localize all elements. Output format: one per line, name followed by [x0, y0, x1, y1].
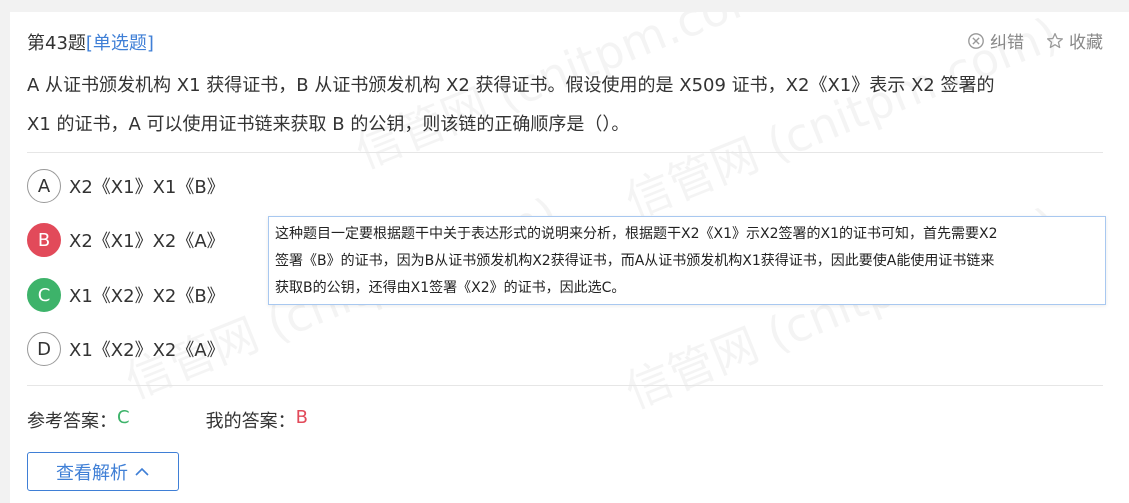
- question-stem: A 从证书颁发机构 X1 获得证书，B 从证书颁发机构 X2 获得证书。假设使用…: [27, 66, 1107, 144]
- option-letter: B: [27, 223, 61, 257]
- star-icon: [1046, 32, 1064, 48]
- option-letter: A: [27, 169, 61, 203]
- answer-summary: 参考答案： C 我的答案： B: [27, 407, 308, 433]
- report-error-label: 纠错: [990, 33, 1024, 53]
- view-analysis-label: 查看解析: [56, 462, 128, 484]
- view-analysis-button[interactable]: 查看解析: [27, 452, 179, 491]
- my-answer-label: 我的答案：: [205, 411, 296, 432]
- tooltip-line: 签署《B》的证书，因为B从证书颁发机构X2获得证书，而A从证书颁发机构X1获得证…: [275, 253, 995, 269]
- close-circle-icon: [968, 32, 984, 49]
- favorite-label: 收藏: [1069, 33, 1103, 53]
- reference-answer-value: C: [117, 407, 130, 428]
- explanation-tooltip: 这种题目一定要根据题干中关于表达形式的说明来分析，根据题干X2《X1》示X2签署…: [268, 216, 1106, 305]
- favorite-button[interactable]: 收藏: [1046, 28, 1103, 53]
- option-text: X2《X1》X2《A》: [69, 231, 225, 252]
- stem-line: X1 的证书，A 可以使用证书链来获取 B 的公钥，则该链的正确顺序是（）。: [27, 114, 630, 135]
- option-letter: C: [27, 278, 61, 312]
- tooltip-line: 这种题目一定要根据题干中关于表达形式的说明来分析，根据题干X2《X1》示X2签署…: [275, 226, 998, 242]
- stem-line: A 从证书颁发机构 X1 获得证书，B 从证书颁发机构 X2 获得证书。假设使用…: [27, 75, 995, 96]
- tooltip-line: 获取B的公钥，还得由X1签署《X2》的证书，因此选C。: [275, 280, 626, 296]
- question-header: 第43题[单选题]: [27, 29, 154, 55]
- option-d[interactable]: D X1《X2》X2《A》: [27, 332, 225, 366]
- option-letter: D: [27, 332, 61, 366]
- report-error-button[interactable]: 纠错: [967, 28, 1024, 53]
- option-text: X1《X2》X2《B》: [69, 286, 225, 307]
- question-number: 第43题: [27, 33, 86, 54]
- option-text: X1《X2》X2《A》: [69, 340, 225, 361]
- chevron-up-icon: [135, 467, 149, 476]
- option-c[interactable]: C X1《X2》X2《B》: [27, 278, 225, 312]
- divider: [27, 385, 1103, 386]
- my-answer-value: B: [295, 407, 308, 428]
- divider: [27, 152, 1103, 153]
- reference-answer-label: 参考答案：: [27, 411, 117, 432]
- option-text: X2《X1》X1《B》: [69, 177, 225, 198]
- question-actions: 纠错 收藏: [967, 28, 1103, 53]
- question-type: [单选题]: [85, 33, 154, 54]
- option-a[interactable]: A X2《X1》X1《B》: [27, 169, 225, 203]
- question-card: 信管网 (cnitpm.com) 信管网 (cnitpm.com) 信管网 (c…: [10, 12, 1129, 503]
- option-b[interactable]: B X2《X1》X2《A》: [27, 223, 225, 257]
